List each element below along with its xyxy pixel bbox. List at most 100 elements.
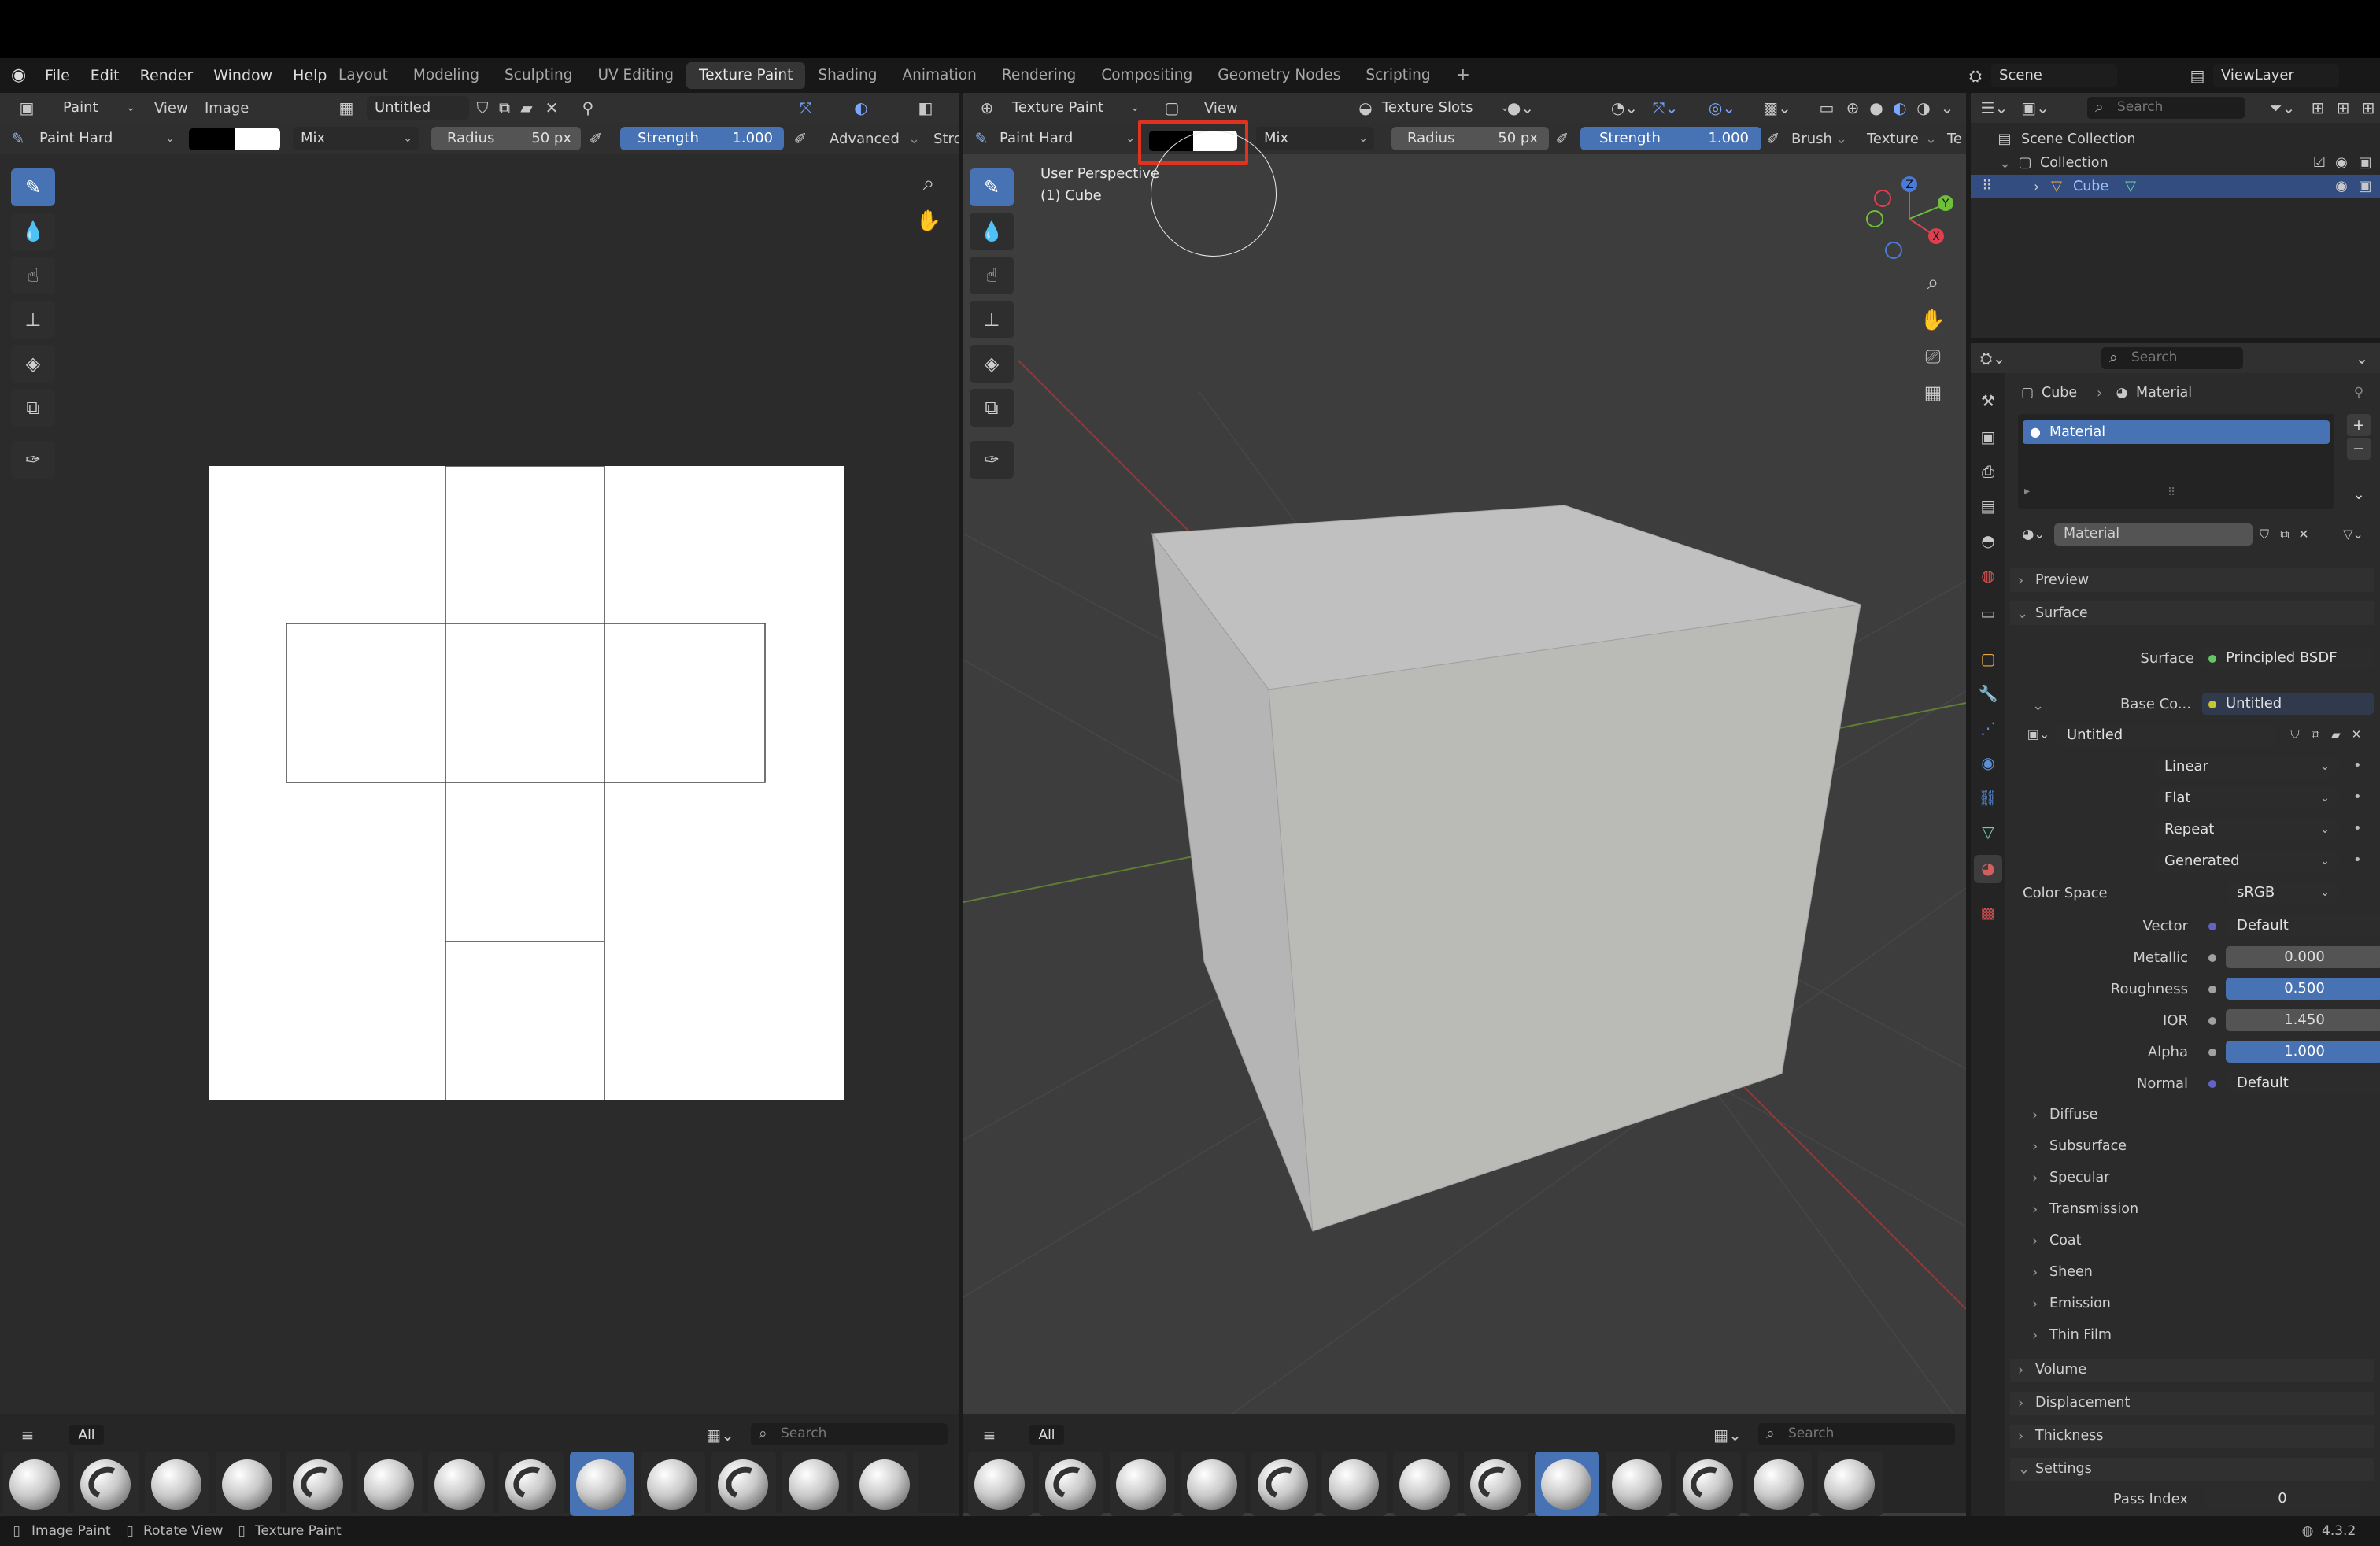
- zoom-icon[interactable]: ⌕: [913, 172, 944, 195]
- brush-thumbnail[interactable]: [499, 1452, 564, 1516]
- menu-edit[interactable]: Edit: [80, 58, 130, 93]
- brush-filter-all[interactable]: All: [69, 1425, 104, 1445]
- color-space-dropdown[interactable]: sRGB ⌄: [2227, 882, 2338, 904]
- radius-field[interactable]: Radius 50 px: [431, 127, 581, 150]
- menu-view[interactable]: View: [154, 100, 188, 117]
- surface-shader-field[interactable]: Principled BSDF: [2202, 647, 2374, 669]
- section-settings[interactable]: ⌄ Settings: [2010, 1458, 2374, 1481]
- list-expand-icon[interactable]: ▸: [2024, 485, 2030, 497]
- close-icon[interactable]: ✕: [541, 96, 562, 120]
- outliner-scene-collection[interactable]: ▤ Scene Collection: [1994, 128, 2380, 151]
- menu-render[interactable]: Render: [130, 58, 204, 93]
- display-mode-icon[interactable]: ▣⌄: [2020, 96, 2051, 120]
- brush-thumbnail[interactable]: [853, 1452, 918, 1516]
- add-workspace-icon[interactable]: +: [1443, 62, 1483, 89]
- ior-field[interactable]: 1.450: [2226, 1009, 2380, 1031]
- collection-expand-icon[interactable]: ⌄: [1999, 155, 2011, 172]
- menu-file[interactable]: File: [35, 58, 80, 93]
- brush-thumbnail[interactable]: [1181, 1452, 1245, 1516]
- image-canvas[interactable]: [209, 466, 844, 1100]
- brush-search-input[interactable]: ⌕ Search: [751, 1423, 948, 1445]
- section-displacement[interactable]: › Displacement: [2010, 1392, 2374, 1415]
- brush-thumbnail[interactable]: [74, 1452, 139, 1516]
- particles-tab-icon[interactable]: ⋰: [1975, 716, 2001, 740]
- base-color-field[interactable]: Untitled: [2202, 693, 2374, 715]
- advanced-dropdown[interactable]: Advanced: [830, 131, 900, 147]
- chevron-down-icon[interactable]: ⌄: [2032, 697, 2044, 714]
- overlay-icon[interactable]: ◐: [845, 96, 877, 120]
- properties-search-input[interactable]: ⌕ Search: [2101, 347, 2243, 369]
- brush-thumbnail[interactable]: [1747, 1452, 1812, 1516]
- outliner-search-input[interactable]: ⌕ Search: [2087, 97, 2245, 119]
- secondary-color-swatch[interactable]: [235, 128, 280, 150]
- display-options-icon[interactable]: ▦⌄: [702, 1423, 738, 1447]
- tool-tab-icon[interactable]: ⚒: [1975, 389, 2001, 412]
- world-tab-icon[interactable]: ◍: [1975, 564, 2001, 587]
- eye-icon[interactable]: ◉: [2331, 151, 2352, 175]
- keyframe-dot[interactable]: •: [2353, 789, 2362, 805]
- scene-icon[interactable]: ⛭: [1964, 64, 1986, 87]
- keyframe-dot[interactable]: •: [2353, 820, 2362, 837]
- subpanel-specular[interactable]: › Specular: [2010, 1167, 2374, 1190]
- close-icon[interactable]: ✕: [2293, 523, 2314, 546]
- strength-field[interactable]: Strength 1.000: [620, 127, 784, 150]
- brush-thumbnail[interactable]: [1606, 1452, 1670, 1516]
- pan-hand-icon[interactable]: ✋: [913, 209, 944, 233]
- brush-thumbnail[interactable]: [1322, 1452, 1387, 1516]
- subpanel-diffuse[interactable]: › Diffuse: [2010, 1104, 2374, 1127]
- roughness-field[interactable]: 0.500: [2226, 978, 2380, 1000]
- duplicate-icon[interactable]: ⧉: [494, 96, 515, 120]
- brush-thumbnail[interactable]: [641, 1452, 705, 1516]
- list-resize-handle[interactable]: ⠿: [2168, 486, 2175, 499]
- keyframe-dot[interactable]: •: [2353, 852, 2362, 868]
- tab-sculpting[interactable]: Sculpting: [492, 62, 585, 89]
- interpolation-dropdown[interactable]: Linear ⌄: [2155, 756, 2338, 778]
- brush-thumbnail[interactable]: [1393, 1452, 1458, 1516]
- checkbox-icon[interactable]: ☑: [2309, 151, 2330, 175]
- remove-slot-button[interactable]: −: [2347, 438, 2371, 460]
- brush-thumbnail[interactable]: [1251, 1452, 1316, 1516]
- image-mode-dropdown[interactable]: Paint ⌄: [55, 96, 142, 120]
- keyframe-dot[interactable]: •: [2353, 757, 2362, 774]
- brush-thumbnail[interactable]: [782, 1452, 847, 1516]
- orthographic-toggle-icon[interactable]: ▦: [1917, 381, 1949, 405]
- tab-uv-editing[interactable]: UV Editing: [585, 62, 686, 89]
- chevron-down-icon[interactable]: ⌄: [2350, 346, 2374, 370]
- subpanel-transmission[interactable]: › Transmission: [2010, 1198, 2374, 1222]
- smear-tool-icon[interactable]: ☝: [11, 257, 55, 294]
- material-name-field[interactable]: Material: [2054, 523, 2252, 546]
- brush-thumbnail[interactable]: [711, 1452, 776, 1516]
- display-options-icon[interactable]: ▦⌄: [1709, 1423, 1746, 1447]
- camera-icon[interactable]: ▣: [2355, 151, 2375, 175]
- collection-tab-icon[interactable]: ▭: [1975, 601, 2001, 625]
- image-name-field[interactable]: Untitled: [367, 96, 469, 120]
- clone-tool-icon[interactable]: ⊥: [11, 301, 55, 338]
- editor-type-icon[interactable]: ▣: [11, 96, 42, 120]
- brush-thumbnail[interactable]: [1676, 1452, 1741, 1516]
- subpanel-coat[interactable]: › Coat: [2010, 1230, 2374, 1253]
- source-dropdown[interactable]: Generated ⌄: [2155, 850, 2338, 872]
- brush-thumbnail[interactable]: [428, 1452, 493, 1516]
- subpanel-emission[interactable]: › Emission: [2010, 1293, 2374, 1316]
- primary-color-swatch[interactable]: [189, 128, 235, 150]
- mask-tool-icon[interactable]: ⧉: [11, 389, 55, 427]
- material-tab-bg[interactable]: ◕: [1974, 855, 2002, 883]
- pin-icon[interactable]: ⚲: [578, 96, 598, 120]
- extension-dropdown[interactable]: Repeat ⌄: [2155, 819, 2338, 841]
- add-slot-button[interactable]: +: [2347, 414, 2371, 436]
- display-channels-icon[interactable]: ◧: [910, 96, 941, 120]
- alpha-field[interactable]: 1.000: [2226, 1041, 2380, 1063]
- strength-pressure-icon[interactable]: ✐: [790, 127, 811, 150]
- draw-tool-icon[interactable]: ✎: [11, 168, 55, 206]
- chevron-down-icon[interactable]: ⌄: [2347, 483, 2371, 505]
- surface-panel-header[interactable]: ⌄ Surface: [2010, 601, 2374, 625]
- image-browse-icon[interactable]: ▦: [331, 96, 362, 120]
- fill-tool-icon[interactable]: ◈: [11, 345, 55, 383]
- brush-selector[interactable]: Paint Hard ⌄: [31, 127, 181, 150]
- subpanel-sheen[interactable]: › Sheen: [2010, 1261, 2374, 1285]
- menu-window[interactable]: Window: [203, 58, 283, 93]
- brush-thumbnail[interactable]: [3, 1452, 68, 1516]
- vector-field[interactable]: Default: [2226, 915, 2380, 937]
- brush-thumbnail[interactable]: [286, 1452, 351, 1516]
- duplicate-icon[interactable]: ⧉: [2306, 723, 2325, 746]
